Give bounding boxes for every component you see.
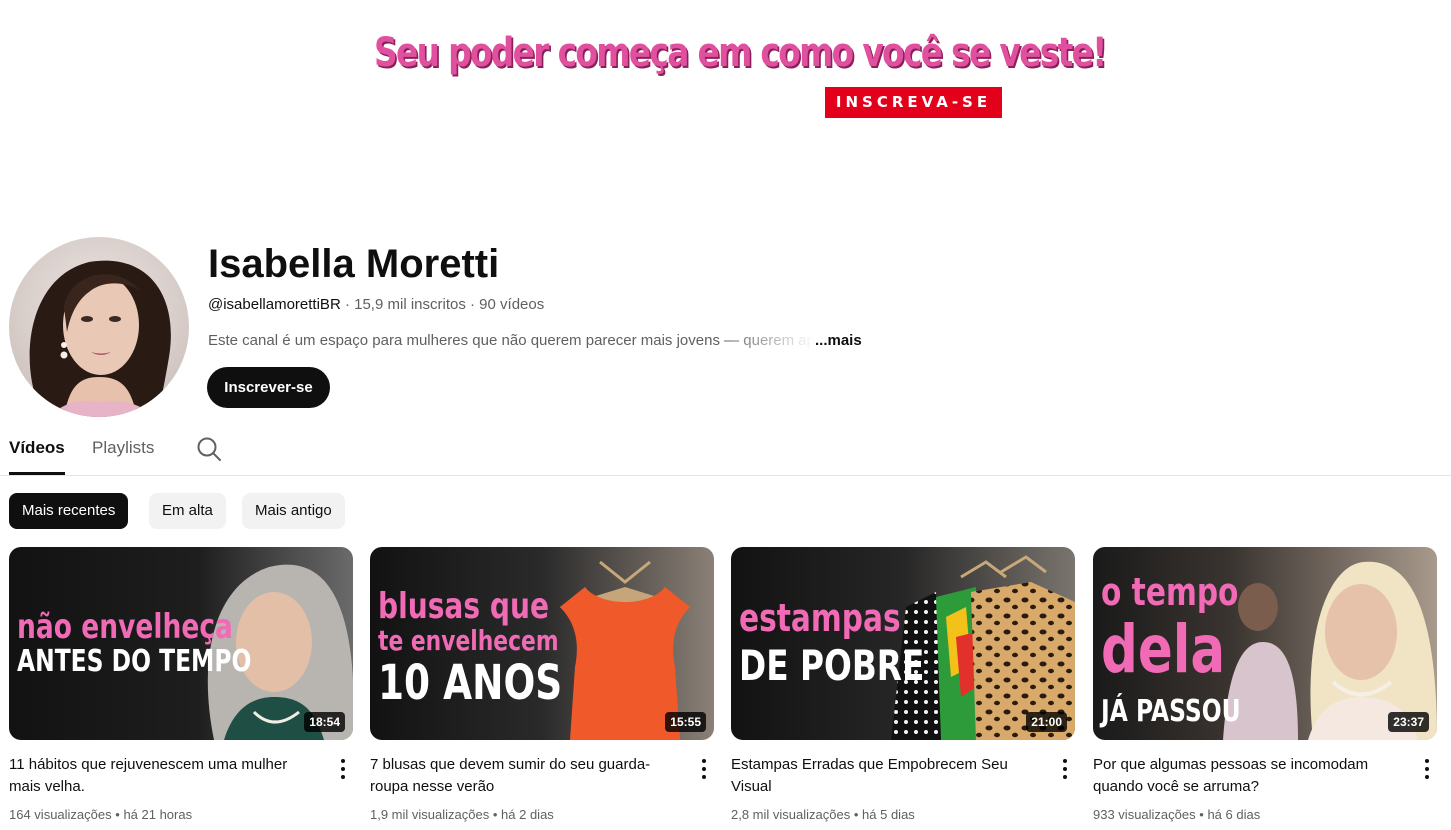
video-thumbnail[interactable]: o tempo dela JÁ PASSOU 23:37 <box>1093 547 1437 740</box>
video-duration: 15:55 <box>665 712 706 732</box>
video-card: o tempo dela JÁ PASSOU 23:37 Por que alg… <box>1093 547 1437 822</box>
meta-separator: • <box>1199 807 1204 822</box>
meta-separator: • <box>492 807 498 822</box>
video-title[interactable]: Estampas Erradas que Empobrecem Seu Visu… <box>731 754 1041 798</box>
thumbnail-text: não envelheça <box>17 607 233 647</box>
view-count: 2,8 mil visualizações <box>731 807 851 822</box>
subscribe-button[interactable]: Inscrever-se <box>207 367 330 408</box>
video-duration: 23:37 <box>1388 712 1429 732</box>
channel-name: Isabella Moretti <box>208 242 500 286</box>
channel-tabs: Vídeos Playlists <box>0 430 1451 476</box>
meta-separator: • <box>115 807 120 822</box>
more-options-icon[interactable] <box>333 757 353 781</box>
more-options-icon[interactable] <box>694 757 714 781</box>
upload-age: há 6 dias <box>1207 807 1261 822</box>
thumbnail-text: te envelhecem <box>378 624 559 657</box>
chip-most-recent[interactable]: Mais recentes <box>9 493 129 529</box>
video-meta: 164 visualizações • há 21 horas <box>9 807 192 822</box>
tab-playlists[interactable]: Playlists <box>92 438 154 458</box>
thumbnail-text: JÁ PASSOU <box>1101 694 1241 729</box>
upload-age: há 5 dias <box>862 807 915 822</box>
video-duration: 21:00 <box>1026 712 1067 732</box>
chip-popular[interactable]: Em alta <box>149 493 226 529</box>
view-count: 933 visualizações <box>1093 807 1196 822</box>
video-title[interactable]: Por que algumas pessoas se incomodam qua… <box>1093 754 1403 798</box>
video-card: blusas que te envelhecem 10 ANOS 15:55 7… <box>370 547 714 822</box>
upload-age: há 21 horas <box>123 807 193 822</box>
meta-separator: · <box>470 296 475 313</box>
video-card: estampas DE POBRE 21:00 Estampas Erradas… <box>731 547 1075 822</box>
thumbnail-text: DE POBRE <box>739 641 925 690</box>
active-tab-indicator <box>9 472 65 475</box>
video-meta: 1,9 mil visualizações • há 2 dias <box>370 807 554 822</box>
upload-age: há 2 dias <box>501 807 554 822</box>
description-text: Este canal é um espaço para mulheres que… <box>208 332 815 349</box>
video-meta: 2,8 mil visualizações • há 5 dias <box>731 807 915 822</box>
search-icon[interactable] <box>196 436 222 462</box>
meta-separator: • <box>853 807 859 822</box>
banner-slogan: Seu poder começa em como você se veste! <box>374 30 1107 76</box>
channel-description[interactable]: Este canal é um espaço para mulheres que… <box>208 332 888 349</box>
video-thumbnail[interactable]: estampas DE POBRE 21:00 <box>731 547 1075 740</box>
thumbnail-text: dela <box>1101 611 1226 688</box>
subscriber-count: 15,9 mil inscritos <box>354 296 466 313</box>
view-count: 164 visualizações <box>9 807 112 822</box>
thumbnail-text: estampas <box>739 596 901 640</box>
thumbnail-text: ANTES DO TEMPO <box>17 644 252 679</box>
more-options-icon[interactable] <box>1417 757 1437 781</box>
channel-banner: Seu poder começa em como você se veste! … <box>0 0 1451 200</box>
channel-handle: @isabellamorettiBR <box>208 296 341 313</box>
video-thumbnail[interactable]: blusas que te envelhecem 10 ANOS 15:55 <box>370 547 714 740</box>
video-count: 90 vídeos <box>479 296 545 313</box>
video-duration: 18:54 <box>304 712 345 732</box>
video-title[interactable]: 11 hábitos que rejuvenescem uma mulher m… <box>9 754 319 798</box>
tab-videos[interactable]: Vídeos <box>9 438 65 458</box>
thumbnail-text: 10 ANOS <box>378 655 563 711</box>
channel-meta: @isabellamorettiBR · 15,9 mil inscritos … <box>208 296 544 313</box>
video-card: não envelheça ANTES DO TEMPO 18:54 11 há… <box>9 547 353 822</box>
thumbnail-text: blusas que <box>378 586 550 627</box>
meta-separator: · <box>344 296 350 313</box>
thumbnail-text: o tempo <box>1101 570 1239 614</box>
channel-avatar[interactable] <box>9 237 189 417</box>
video-thumbnail[interactable]: não envelheça ANTES DO TEMPO 18:54 <box>9 547 353 740</box>
video-meta: 933 visualizações • há 6 dias <box>1093 807 1260 822</box>
chip-oldest[interactable]: Mais antigo <box>242 493 345 529</box>
video-title[interactable]: 7 blusas que devem sumir do seu guarda-r… <box>370 754 680 798</box>
banner-subscribe-cta: INSCREVA-SE <box>825 87 1002 118</box>
more-link[interactable]: ...mais <box>815 332 862 349</box>
more-options-icon[interactable] <box>1055 757 1075 781</box>
view-count: 1,9 mil visualizações <box>370 807 490 822</box>
